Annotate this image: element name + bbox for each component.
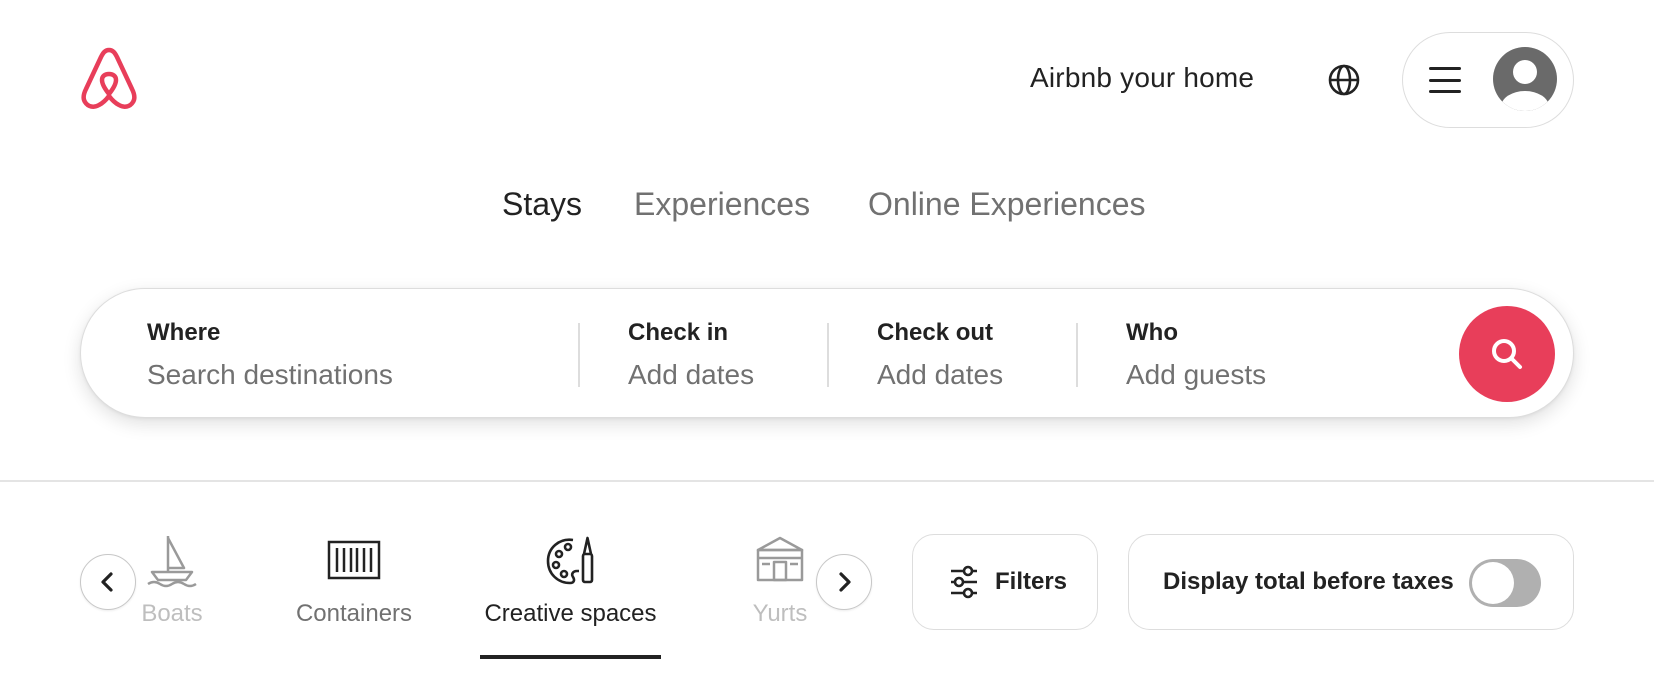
who-field[interactable]: Who Add guests xyxy=(1126,319,1266,391)
filters-button[interactable]: Filters xyxy=(912,534,1098,630)
check-out-field[interactable]: Check out Add dates xyxy=(877,319,1003,391)
display-total-before-taxes: Display total before taxes xyxy=(1128,534,1574,630)
scroll-right-button[interactable] xyxy=(816,554,872,610)
check-out-label: Check out xyxy=(877,319,994,346)
tab-online-experiences[interactable]: Online Experiences xyxy=(868,186,1145,223)
check-in-label: Check in xyxy=(628,319,729,346)
where-field[interactable]: Where Search destinations xyxy=(147,319,393,391)
who-input[interactable]: Add guests xyxy=(1126,359,1266,391)
tab-stays[interactable]: Stays xyxy=(502,186,582,223)
taxes-label: Display total before taxes xyxy=(1163,568,1454,595)
category-label: Boats xyxy=(141,600,203,627)
language-button[interactable] xyxy=(1322,58,1366,102)
filters-label: Filters xyxy=(995,568,1068,595)
category-boats[interactable]: Boats xyxy=(140,532,204,628)
check-in-input[interactable]: Add dates xyxy=(628,359,754,391)
check-in-field[interactable]: Check in Add dates xyxy=(628,319,754,391)
where-input[interactable]: Search destinations xyxy=(147,359,393,391)
taxes-toggle[interactable] xyxy=(1469,559,1541,607)
scroll-left-button[interactable] xyxy=(80,554,136,610)
hamburger-menu-icon xyxy=(1429,67,1461,93)
divider xyxy=(1076,323,1078,387)
sliders-icon xyxy=(951,565,977,599)
airbnb-logo-icon[interactable] xyxy=(78,44,140,112)
palette-icon xyxy=(546,536,593,585)
toggle-knob xyxy=(1472,562,1514,604)
category-creative-spaces[interactable]: Creative spaces xyxy=(480,532,661,628)
tab-experiences[interactable]: Experiences xyxy=(634,186,810,223)
category-yurts[interactable]: Yurts xyxy=(748,532,812,628)
where-label: Where xyxy=(147,319,221,346)
category-label: Containers xyxy=(295,600,413,627)
user-avatar-icon xyxy=(1493,47,1557,111)
category-label: Creative spaces xyxy=(484,600,657,627)
yurt-icon xyxy=(756,536,804,582)
check-out-input[interactable]: Add dates xyxy=(877,359,1003,391)
search-bar: Where Search destinations Check in Add d… xyxy=(80,288,1574,418)
globe-icon xyxy=(1328,64,1360,96)
container-icon xyxy=(327,540,381,580)
divider xyxy=(578,323,580,387)
who-label: Who xyxy=(1126,319,1178,346)
chevron-left-icon xyxy=(101,572,113,592)
airbnb-your-home-link[interactable]: Airbnb your home xyxy=(1030,62,1254,94)
divider xyxy=(827,323,829,387)
search-icon xyxy=(1492,339,1522,369)
airbnb-home-page: Airbnb your home Stays Experiences Onlin… xyxy=(0,0,1654,688)
search-mode-tabs: Stays Experiences Online Experiences xyxy=(0,186,1654,226)
category-containers[interactable]: Containers xyxy=(292,532,416,628)
profile-menu-button[interactable] xyxy=(1402,32,1574,128)
category-label: Yurts xyxy=(752,600,808,627)
header-divider xyxy=(0,480,1654,482)
search-button[interactable] xyxy=(1459,306,1555,402)
boat-icon xyxy=(147,536,197,588)
chevron-right-icon xyxy=(839,572,851,592)
active-category-indicator xyxy=(480,655,661,659)
